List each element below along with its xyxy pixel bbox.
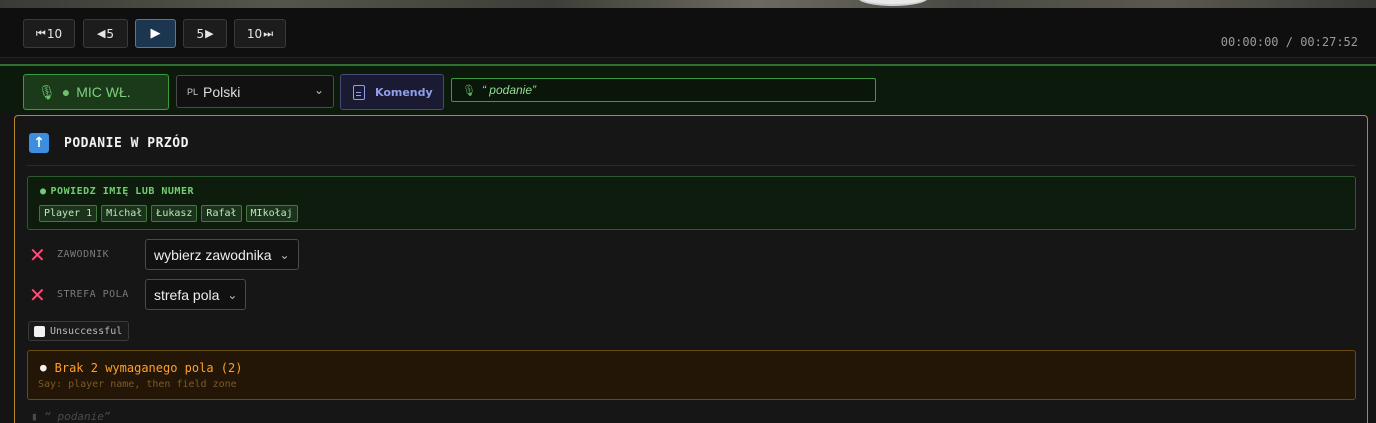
player-chip[interactable]: Łukasz	[151, 205, 198, 222]
player-chip[interactable]: Rafał	[201, 205, 242, 222]
document-icon	[353, 84, 365, 100]
mic-toggle-button[interactable]: 🎙 ● MIC WŁ.	[23, 74, 169, 110]
missing-icon: ✕	[29, 242, 46, 267]
player-field-row: ✕ ZAWODNIK wybierz zawodnika ⌄	[29, 239, 299, 270]
skip-back-10-button[interactable]: ⏮ 10	[23, 19, 75, 48]
zone-select[interactable]: strefa pola ⌄	[145, 279, 247, 310]
video-frame-strip	[0, 0, 1376, 8]
warning-box: ● Brak 2 wymaganego pola (2) Say: player…	[27, 350, 1356, 400]
play-icon: ▶	[150, 26, 161, 41]
skip-fwd-5-button[interactable]: 5 ▶	[183, 19, 227, 48]
skip-fwd-10-button[interactable]: 10 ⏭	[234, 19, 286, 48]
field-label: STREFA POLA	[57, 288, 129, 300]
forward-icon: ▶	[205, 27, 214, 40]
time-readout: 00:00:00 / 00:27:52	[1220, 35, 1358, 49]
player-chip[interactable]: Michał	[101, 205, 148, 222]
panel-title: PODANIE W PRZÓD	[64, 135, 189, 151]
missing-icon: ✕	[29, 282, 46, 307]
warning-title: ● Brak 2 wymaganego pola (2)	[40, 361, 243, 375]
skip-forward-icon: ⏭	[263, 26, 274, 40]
language-select[interactable]: PL Polski ⌄	[176, 75, 334, 108]
skip-back-5-button[interactable]: ◀ 5	[83, 19, 128, 48]
unsuccessful-checkbox[interactable]: Unsuccessful	[28, 321, 130, 341]
chevron-down-icon: ⌄	[279, 247, 290, 262]
footer-transcript: ▮ “ podanie”	[31, 410, 111, 423]
mic-status-icon: ●	[61, 84, 71, 100]
player-chip[interactable]: MIkołaj	[245, 205, 298, 222]
microphone-icon: 🎙	[38, 83, 56, 100]
event-panel: ↑ PODANIE W PRZÓD ● POWIEDZ IMIĘ LUB NUME…	[14, 115, 1368, 423]
player-chips: Player 1 Michał Łukasz Rafał MIkołaj	[39, 205, 298, 222]
commands-button[interactable]: Komendy	[340, 74, 444, 110]
language-flag-code: PL	[187, 86, 199, 97]
field-label: ZAWODNIK	[57, 248, 110, 260]
video-ball	[858, 0, 928, 6]
microphone-icon: ●	[40, 186, 47, 197]
player-select[interactable]: wybierz zawodnika ⌄	[145, 239, 299, 270]
speech-bubble-icon: ●	[40, 361, 47, 374]
chevron-down-icon: ⌄	[313, 83, 324, 97]
warning-subtitle: Say: player name, then field zone	[38, 379, 237, 390]
microphone-icon: 🎙	[462, 84, 476, 97]
divider	[27, 165, 1355, 166]
chevron-down-icon: ⌄	[227, 287, 238, 302]
checkbox-box[interactable]	[34, 325, 45, 337]
play-button[interactable]: ▶	[135, 19, 176, 48]
arrow-up-icon: ↑	[29, 133, 49, 153]
panel-header: ↑ PODANIE W PRZÓD	[29, 132, 189, 154]
hint-title: ● POWIEDZ IMIĘ LUB NUMER	[40, 186, 194, 197]
voice-command-bar: 🎙 ● MIC WŁ. PL Polski ⌄ Komendy 🎙 “ poda…	[0, 64, 1376, 114]
microphone-icon: ▮	[31, 410, 38, 423]
rewind-icon: ◀	[96, 27, 106, 40]
player-chip[interactable]: Player 1	[39, 205, 98, 222]
player-hint-box: ● POWIEDZ IMIĘ LUB NUMER Player 1 Michał …	[27, 176, 1356, 230]
zone-field-row: ✕ STREFA POLA strefa pola ⌄	[29, 279, 247, 310]
skip-back-icon: ⏮	[35, 26, 46, 40]
language-value: Polski	[203, 83, 241, 100]
transcript-display: 🎙 “ podanie”	[451, 78, 876, 102]
player-controls: ⏮ 10 ◀ 5 ▶ 5 ▶ 10 ⏭ 00:00:00 / 00:27:52	[0, 8, 1376, 58]
